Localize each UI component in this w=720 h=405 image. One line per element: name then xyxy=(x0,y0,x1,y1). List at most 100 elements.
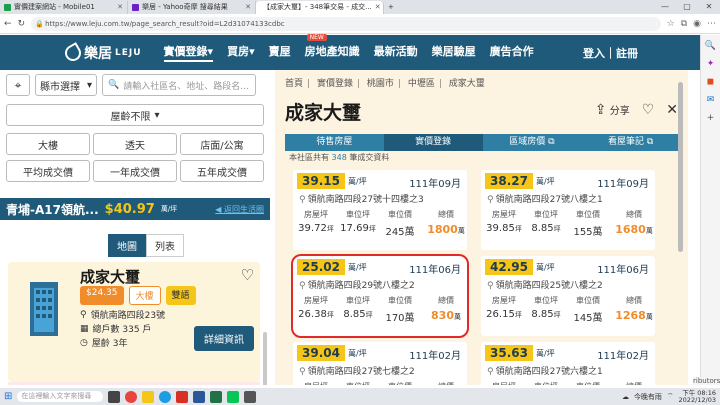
deal-stats: 房屋坪坪車位坪坪車位價總價萬 xyxy=(297,381,469,385)
share-button[interactable]: ⇪ 分享 xyxy=(595,102,630,118)
filter-avg-price[interactable]: 平均成交價 xyxy=(6,160,90,182)
external-link-icon: ⧉ xyxy=(548,137,555,147)
label-total: 總價 xyxy=(438,296,454,305)
breadcrumb-registry[interactable]: 實價登錄 xyxy=(317,79,353,89)
unit-price-unit: 萬/坪 xyxy=(535,348,555,358)
browser-tab[interactable]: 實價建案網站 - Mobile01 ✕ xyxy=(0,1,128,14)
nav-item-knowledge[interactable]: NEW 房地產知識 xyxy=(305,34,360,62)
line-icon[interactable] xyxy=(227,390,240,403)
house-ping: 39.85坪 xyxy=(486,223,522,234)
new-tab-button[interactable]: + xyxy=(384,1,398,14)
minimize-icon[interactable]: — xyxy=(654,0,676,14)
close-window-icon[interactable]: ✕ xyxy=(698,0,720,14)
tab-for-sale[interactable]: 待售房屋 xyxy=(285,134,384,151)
tab-area-price[interactable]: 區域房價 ⧉ xyxy=(482,134,582,151)
chrome-icon[interactable] xyxy=(125,390,138,403)
breadcrumb-district[interactable]: 中壢區 xyxy=(408,79,435,89)
taskview-icon[interactable] xyxy=(108,390,121,403)
pin-icon: ⚲ xyxy=(299,367,306,377)
logo-text: 樂居 xyxy=(84,45,112,62)
wifi-icon[interactable]: ⌔ xyxy=(667,392,674,401)
filter-townhouse[interactable]: 透天 xyxy=(93,133,177,155)
browser-tab-active[interactable]: 【成家大璽】- 348筆交易 - 成交... ✕ xyxy=(256,1,384,14)
deal-address: ⚲ 領航南路四段27號十四樓之3 xyxy=(299,195,424,205)
left-scrollbar[interactable] xyxy=(263,332,267,385)
building-card[interactable]: 成家大璽 ♡ $24.35 大樓 雙語 ⚲ 領航南路四段23號 ▦ 總戶數 335 … xyxy=(8,262,260,382)
refresh-icon[interactable]: ↻ xyxy=(18,19,26,29)
tab-map[interactable]: 地圖 xyxy=(108,234,146,257)
locate-button[interactable]: ⌖ xyxy=(6,74,30,96)
favorite-heart-icon[interactable]: ♡ xyxy=(642,102,655,118)
close-icon[interactable]: ✕ xyxy=(375,1,381,14)
url-field[interactable]: 🔒 https://www.leju.com.tw/page_search_re… xyxy=(31,16,661,31)
tab-list[interactable]: 列表 xyxy=(146,234,184,257)
nav-item-inspection[interactable]: 樂居驗屋 xyxy=(432,43,476,62)
word-icon[interactable] xyxy=(193,390,206,403)
right-scrollbar[interactable] xyxy=(676,76,684,256)
nav-item-sell[interactable]: 賣屋 xyxy=(269,43,291,62)
deal-stats: 房屋坪 39.85坪 車位坪 8.85坪 車位價 155萬 總價 1680萬 xyxy=(485,209,657,238)
star-icon[interactable]: ☆ xyxy=(667,19,675,29)
store-icon[interactable] xyxy=(244,390,257,403)
filter-one-year[interactable]: 一年成交價 xyxy=(93,160,177,182)
close-icon[interactable]: ✕ xyxy=(117,1,123,14)
back-to-area-link[interactable]: ◀ 返回生活圈 xyxy=(215,204,264,215)
nav-item-events[interactable]: 最新活動 xyxy=(374,43,418,62)
nav-item-buy[interactable]: 買房▾ xyxy=(227,43,255,62)
park-ping: 8.85坪 xyxy=(531,223,561,234)
breadcrumb-home[interactable]: 首頁 xyxy=(285,79,303,89)
weather-icon[interactable]: ☁ xyxy=(622,393,629,401)
office-icon[interactable]: ◼ xyxy=(707,77,714,87)
close-icon[interactable]: ✕ xyxy=(245,1,251,14)
back-icon[interactable]: ← xyxy=(4,19,12,29)
label-park-ping: 車位坪 xyxy=(346,210,370,219)
search-icon[interactable]: 🔍 xyxy=(705,41,716,51)
excel-icon[interactable] xyxy=(210,390,223,403)
tab-notes[interactable]: 看屋筆記 ⧉ xyxy=(581,134,680,151)
promo-banner[interactable] xyxy=(8,382,260,385)
site-logo[interactable]: 樂居 LEJU xyxy=(62,41,142,64)
unit-price-unit: 萬/坪 xyxy=(535,262,555,272)
deal-card[interactable]: 35.63萬/坪 111年02月 ⚲領航南路四段27號六樓之1 房屋坪坪車位坪坪車位價… xyxy=(481,342,655,385)
nav-item-price-registry[interactable]: 實價登錄▾ xyxy=(163,43,214,62)
filter-building[interactable]: 大樓 xyxy=(6,133,90,155)
label-park-price: 車位價 xyxy=(381,381,419,385)
total-price: 1800萬 xyxy=(427,223,465,236)
maximize-icon[interactable]: ▢ xyxy=(676,0,698,14)
building-name: 成家大璽 xyxy=(80,268,141,286)
deal-card[interactable]: 39.15 萬/坪 111年09月 ⚲ 領航南路四段27號十四樓之3 房屋坪 39.72坪 車… xyxy=(293,170,467,250)
filter-shop[interactable]: 店面/公寓 xyxy=(180,133,264,155)
deal-card[interactable]: 39.04萬/坪 111年02月 ⚲領航南路四段27號七樓之2 房屋坪坪車位坪坪車位價… xyxy=(293,342,467,385)
clock[interactable]: 下午 08:16 2022/12/03 xyxy=(679,389,716,404)
browser-tab[interactable]: 樂居 - Yahoo奇摩 搜尋結果 ✕ xyxy=(128,1,256,14)
outlook-icon[interactable]: ✉ xyxy=(707,95,715,105)
deal-address: ⚲ 領航南路四段29號八樓之2 xyxy=(299,281,415,291)
login-register-link[interactable]: 登入｜註冊 xyxy=(583,45,638,61)
breadcrumb-city[interactable]: 桃園市 xyxy=(367,79,394,89)
menu-icon[interactable]: ⋯ xyxy=(707,19,716,29)
favorite-heart-icon[interactable]: ♡ xyxy=(241,266,254,284)
profile-icon[interactable]: ◉ xyxy=(693,19,701,29)
search-input[interactable]: 🔍 請輸入社區名、地址、路段名... xyxy=(102,74,256,96)
nav-item-ads[interactable]: 廣告合作 xyxy=(490,43,534,62)
collections-icon[interactable]: ⧉ xyxy=(681,19,687,29)
explorer-icon[interactable] xyxy=(142,390,155,403)
pin-icon: ⚲ xyxy=(299,195,306,205)
address-bar-row: ← ↻ 🔒 https://www.leju.com.tw/page_searc… xyxy=(0,14,720,34)
deal-card[interactable]: 25.02 萬/坪 111年06月 ⚲ 領航南路四段29號八樓之2 房屋坪 26.38坪 車位… xyxy=(291,254,469,338)
unit-price-value: 38.27 xyxy=(485,173,533,189)
detail-button[interactable]: 詳細資訊 xyxy=(194,326,254,351)
tab-price-registry[interactable]: 實價登錄 xyxy=(383,134,483,151)
label-park-ping: 車位坪 xyxy=(534,210,558,219)
deal-card[interactable]: 38.27 萬/坪 111年09月 ⚲ 領航南路四段27號八樓之1 房屋坪 39.85坪 車位… xyxy=(481,170,655,250)
pdf-icon[interactable] xyxy=(176,390,189,403)
taskbar-search[interactable]: 在這裡輸入文字來搜尋 xyxy=(17,391,104,402)
age-select[interactable]: 屋齡不限 ▾ xyxy=(6,104,264,126)
edge-icon[interactable] xyxy=(159,390,172,403)
county-select[interactable]: 縣市選擇 ▾ xyxy=(35,74,97,96)
deal-card[interactable]: 42.95 萬/坪 111年06月 ⚲ 領航南路四段25號八樓之2 房屋坪 26.15坪 車位… xyxy=(481,256,655,336)
windows-start-icon[interactable]: ⊞ xyxy=(4,391,12,402)
add-icon[interactable]: + xyxy=(707,113,715,123)
filter-five-year[interactable]: 五年成交價 xyxy=(180,160,264,182)
tools-icon[interactable]: ✦ xyxy=(707,59,715,69)
